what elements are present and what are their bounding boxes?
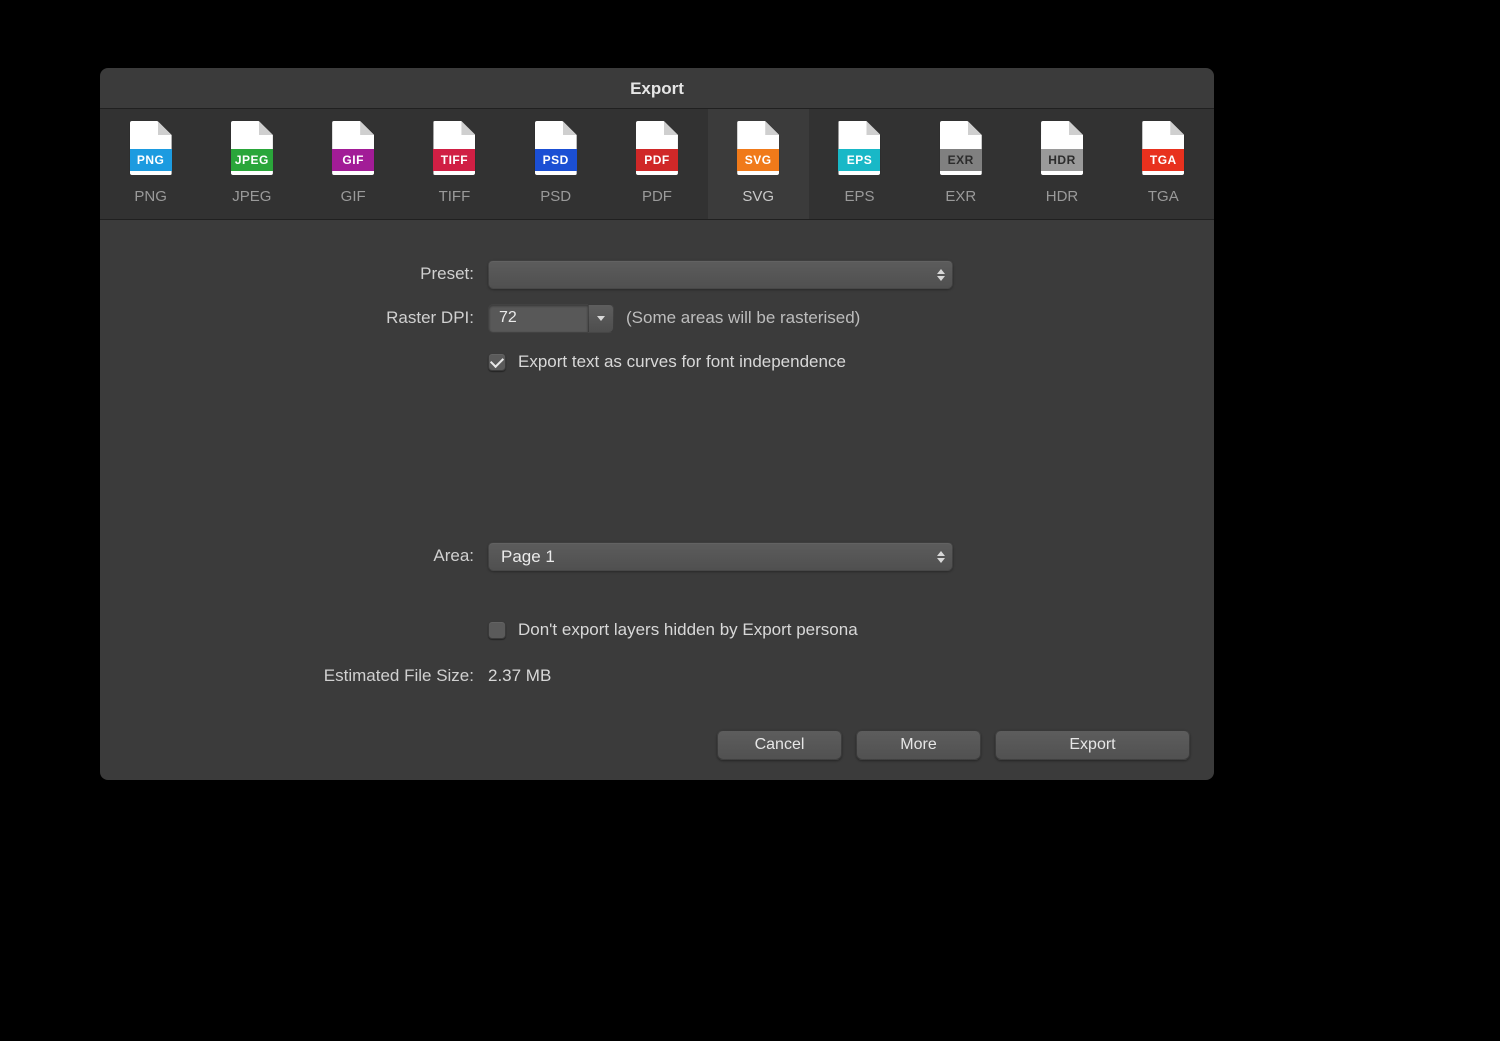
file-icon-psd: PSD — [535, 121, 577, 175]
file-icon-hdr: HDR — [1041, 121, 1083, 175]
format-tab-label: JPEG — [201, 188, 302, 205]
format-tab-jpeg[interactable]: JPEG JPEG — [201, 109, 302, 219]
dialog-footer: Cancel More Export — [717, 730, 1190, 760]
hide-layers-label: Don't export layers hidden by Export per… — [518, 620, 858, 640]
format-tab-label: GIF — [303, 188, 404, 205]
format-tab-label: TGA — [1113, 188, 1214, 205]
format-tab-label: TIFF — [404, 188, 505, 205]
estimated-label: Estimated File Size: — [100, 666, 488, 686]
preset-label: Preset: — [100, 264, 488, 284]
format-tab-label: EXR — [910, 188, 1011, 205]
format-tab-psd[interactable]: PSD PSD — [505, 109, 606, 219]
raster-dpi-combo[interactable] — [488, 304, 614, 333]
estimated-value: 2.37 MB — [488, 666, 551, 686]
file-icon-tiff: TIFF — [433, 121, 475, 175]
format-tab-label: PSD — [505, 188, 606, 205]
text-as-curves-checkbox[interactable] — [488, 353, 506, 371]
preset-select[interactable] — [488, 260, 953, 289]
format-tab-label: EPS — [809, 188, 910, 205]
chevron-down-icon — [597, 316, 605, 321]
format-tab-tga[interactable]: TGA TGA — [1113, 109, 1214, 219]
format-tab-gif[interactable]: GIF GIF — [303, 109, 404, 219]
file-icon-exr: EXR — [940, 121, 982, 175]
format-tab-label: HDR — [1011, 188, 1112, 205]
format-tab-pdf[interactable]: PDF PDF — [606, 109, 707, 219]
raster-dpi-input[interactable] — [488, 304, 588, 333]
format-tab-label: PNG — [100, 188, 201, 205]
text-as-curves-label: Export text as curves for font independe… — [518, 352, 846, 372]
format-tabs: PNGPNGJPEGJPEGGIFGIFTIFFTIFFPSDPSDPDFPDF… — [100, 108, 1214, 220]
dialog-body: Preset: Raster DPI: (Some areas will be … — [100, 220, 1214, 692]
file-icon-jpeg: JPEG — [231, 121, 273, 175]
export-button[interactable]: Export — [995, 730, 1190, 760]
area-value: Page 1 — [501, 547, 555, 566]
export-dialog: Export PNGPNGJPEGJPEGGIFGIFTIFFTIFFPSDPS… — [100, 68, 1214, 780]
hide-layers-checkbox[interactable] — [488, 621, 506, 639]
format-tab-label: PDF — [606, 188, 707, 205]
updown-icon — [934, 264, 948, 286]
raster-hint: (Some areas will be rasterised) — [626, 308, 860, 328]
dialog-title: Export — [100, 68, 1214, 108]
file-icon-png: PNG — [130, 121, 172, 175]
file-icon-pdf: PDF — [636, 121, 678, 175]
format-tab-exr[interactable]: EXR EXR — [910, 109, 1011, 219]
format-tab-label: SVG — [708, 188, 809, 205]
area-label: Area: — [100, 546, 488, 566]
updown-icon — [934, 546, 948, 568]
more-button[interactable]: More — [856, 730, 981, 760]
format-tab-eps[interactable]: EPS EPS — [809, 109, 910, 219]
raster-dpi-label: Raster DPI: — [100, 308, 488, 328]
format-tab-png[interactable]: PNG PNG — [100, 109, 201, 219]
raster-dpi-dropdown-button[interactable] — [588, 304, 614, 333]
area-select[interactable]: Page 1 — [488, 542, 953, 571]
cancel-button[interactable]: Cancel — [717, 730, 842, 760]
format-tab-tiff[interactable]: TIFF TIFF — [404, 109, 505, 219]
format-tab-svg[interactable]: SVG SVG — [708, 109, 809, 219]
file-icon-eps: EPS — [838, 121, 880, 175]
format-tab-hdr[interactable]: HDR HDR — [1011, 109, 1112, 219]
file-icon-svg: SVG — [737, 121, 779, 175]
file-icon-gif: GIF — [332, 121, 374, 175]
file-icon-tga: TGA — [1142, 121, 1184, 175]
